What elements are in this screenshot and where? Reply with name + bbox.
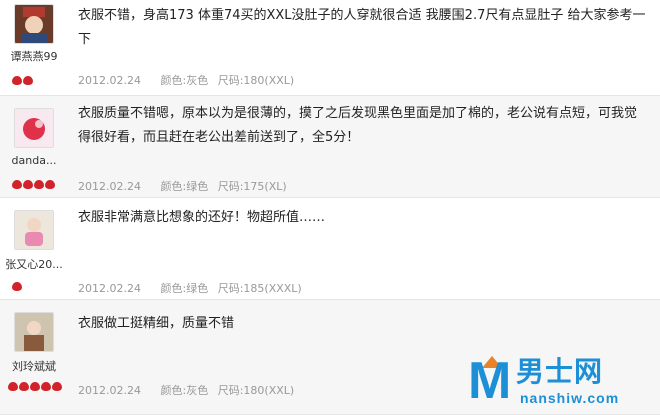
credit-hearts — [12, 174, 56, 189]
review-meta: 2012.02.24 颜色:绿色 尺码:185(XXXL) — [78, 280, 308, 296]
review-date: 2012.02.24 — [78, 74, 141, 87]
heart-icon — [41, 382, 51, 391]
avatar[interactable] — [14, 210, 54, 250]
review-color: 颜色:绿色 — [160, 282, 209, 295]
avatar[interactable] — [14, 108, 54, 148]
review-size: 尺码:180(XXL) — [217, 74, 295, 87]
heart-icon — [12, 76, 22, 85]
review-color: 颜色:灰色 — [160, 384, 209, 397]
heart-icon — [23, 180, 33, 189]
logo-domain: nanshiw.com — [520, 390, 620, 406]
site-watermark-logo: M 男士网 nanshiw.com — [468, 352, 656, 412]
heart-icon — [19, 382, 29, 391]
review-item: 张又心20... 衣服非常满意比想象的还好！物超所值…… 2012.02.24 … — [0, 198, 660, 300]
review-text: 衣服质量不错嗯，原本以为是很薄的，摸了之后发现黑色里面是加了棉的，老公说有点短，… — [78, 106, 638, 145]
logo-chinese: 男士网 — [516, 355, 604, 388]
review-meta: 2012.02.24 颜色:灰色 尺码:180(XXL) — [78, 382, 300, 398]
heart-icon — [8, 382, 18, 391]
review-date: 2012.02.24 — [78, 282, 141, 295]
username[interactable]: 谭燕燕99 — [0, 48, 68, 64]
review-size: 尺码:175(XL) — [217, 180, 287, 193]
heart-icon — [23, 76, 33, 85]
credit-hearts — [8, 376, 63, 391]
review-size: 尺码:185(XXXL) — [217, 282, 302, 295]
review-date: 2012.02.24 — [78, 180, 141, 193]
review-size: 尺码:180(XXL) — [217, 384, 295, 397]
avatar[interactable] — [14, 4, 54, 44]
heart-icon — [52, 382, 62, 391]
review-meta: 2012.02.24 颜色:绿色 尺码:175(XL) — [78, 178, 293, 194]
review-item: 谭燕燕99 衣服不错，身高173 体重74买的XXL没肚子的人穿就很合适 我腰围… — [0, 0, 660, 96]
review-date: 2012.02.24 — [78, 384, 141, 397]
review-text: 衣服不错，身高173 体重74买的XXL没肚子的人穿就很合适 我腰围2.7尺有点… — [78, 8, 646, 47]
review-text: 衣服非常满意比想象的还好！物超所值…… — [78, 210, 326, 225]
review-text: 衣服做工挺精细，质量不错 — [78, 316, 235, 331]
review-item: danda... 衣服质量不错嗯，原本以为是很薄的，摸了之后发现黑色里面是加了棉… — [0, 96, 660, 198]
heart-icon — [34, 180, 44, 189]
credit-hearts — [12, 70, 34, 85]
heart-icon — [30, 382, 40, 391]
review-color: 颜色:灰色 — [160, 74, 209, 87]
logo-letter: M — [468, 352, 512, 410]
heart-icon — [12, 282, 22, 291]
avatar[interactable] — [14, 312, 54, 352]
credit-hearts — [12, 276, 23, 291]
review-color: 颜色:绿色 — [160, 180, 209, 193]
review-meta: 2012.02.24 颜色:灰色 尺码:180(XXL) — [78, 72, 300, 88]
username[interactable]: 张又心20... — [0, 256, 68, 272]
heart-icon — [45, 180, 55, 189]
username[interactable]: 刘玲斌斌 — [0, 358, 68, 374]
username[interactable]: danda... — [0, 154, 68, 167]
heart-icon — [12, 180, 22, 189]
